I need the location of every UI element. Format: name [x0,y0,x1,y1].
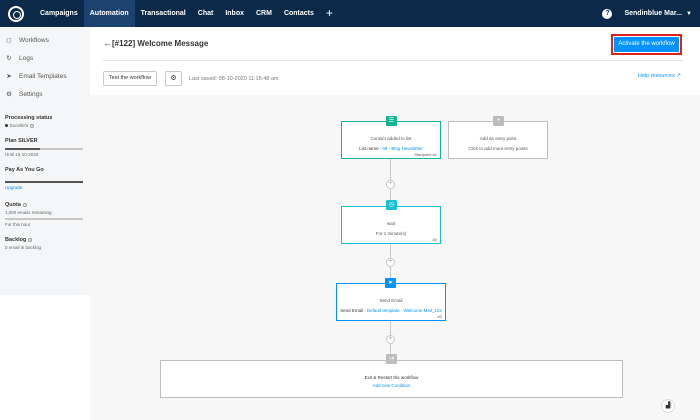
clock-icon: ◷ [386,200,397,210]
payg-progress-fill [5,181,83,183]
info-icon[interactable] [22,202,27,207]
processing-status: Processing status Excellent [0,115,90,128]
send-email-node[interactable]: Send Email Send Email : Default template… [336,283,446,321]
node-number: #3 [437,314,442,319]
add-icon[interactable]: + [320,0,339,27]
node-number: #2 [432,237,437,242]
page-title: [#122] Welcome Message [112,39,209,48]
sidebar-item-settings[interactable]: ⚙ Settings [0,87,90,101]
add-entry-point-node[interactable]: Add an entry point Click to add more ent… [448,121,548,159]
plan-until: Until 15-10-2020 [5,152,39,157]
send-email-template[interactable]: Default template - Welcome Mail_122 [367,308,442,313]
add-step-icon[interactable]: + [386,180,395,189]
workflow-icon: ◻ [6,37,12,44]
send-icon: ➤ [385,278,396,288]
processing-status-value: Excellent [10,123,29,128]
sidebar: ◻ Workflows ↻ Logs ➤ Email Templates ⚙ S… [0,27,90,295]
gear-icon: ⚙ [6,91,12,98]
nav-crm[interactable]: CRM [250,0,278,27]
wait-node[interactable]: wait For 1 minute(s) #2 [341,206,441,244]
payg-section: Pay As You Go Upgrade [0,167,90,190]
sidebar-item-workflows[interactable]: ◻ Workflows [0,33,90,47]
external-link-icon: ↗ [676,73,681,79]
quota-title: Quota [5,202,21,208]
entry-point-title: Contact added to list [370,136,412,141]
entry-point-node[interactable]: Contact added to list List name : 69 - B… [341,121,441,159]
quota-divider [5,218,83,220]
list-name-value[interactable]: 69 - Blog Newsletter [382,146,423,151]
send-email-title: Send Email [379,298,403,303]
sidebar-item-label: Workflows [19,36,49,44]
wait-duration: For 1 minute(s) [375,231,407,236]
workflow-settings-button[interactable]: ⚙ [165,71,182,86]
exit-node[interactable]: Exit & Restart the workflow Add new Cond… [160,360,623,398]
nav-automation[interactable]: Automation [83,0,135,27]
plan-section: Plan SILVER Until 15-10-2020 [0,138,90,157]
info-icon[interactable] [30,123,35,128]
send-icon: ➤ [6,73,12,80]
top-navigation: Campaigns Automation Transactional Chat … [0,0,700,27]
last-saved-text: Last saved: 08-10-2020 11:15:48 am [189,76,279,82]
plus-icon[interactable]: + [493,116,504,126]
plan-title: Plan SILVER [5,138,38,144]
quota-section: Quota 1,000 emails remaining For this ho… [0,202,90,227]
nav-contacts[interactable]: Contacts [278,0,320,27]
exit-title: Exit & Restart the workflow [364,375,419,380]
plan-progress [5,148,83,150]
contact-list-icon: ☰ [386,116,397,126]
add-entry-point-title: Add an entry point [479,136,517,141]
wait-title: wait [386,221,395,226]
payg-progress [5,181,83,183]
exit-icon: ⇥ [386,354,397,364]
sidebar-item-email-templates[interactable]: ➤ Email Templates [0,69,90,83]
upgrade-link[interactable]: Upgrade [5,185,85,190]
sidebar-item-label: Email Templates [19,72,67,80]
test-workflow-button[interactable]: Test the workflow [103,71,157,86]
back-arrow-icon[interactable]: ← [103,38,112,48]
help-resources-link[interactable]: Help resources ↗ [638,73,681,79]
status-dot-icon [5,124,8,128]
header-divider [103,60,683,61]
add-step-icon[interactable]: + [386,335,395,344]
logo-icon[interactable] [8,5,24,22]
sidebar-item-label: Settings [19,90,43,98]
sidebar-item-label: Logs [19,54,34,62]
add-entry-point-sub: Click to add more entry points [468,146,528,151]
info-icon[interactable] [28,237,33,242]
backlog-section: Backlog 0 email in backlog [0,237,90,250]
list-name-label: List name : [359,146,382,151]
nav-inbox[interactable]: Inbox [219,0,250,27]
quota-sub: For this hour [5,222,31,227]
chat-widget-icon[interactable]: ▟ [661,399,675,413]
backlog-title: Backlog [5,237,27,243]
nav-chat[interactable]: Chat [192,0,220,27]
quota-value: 1,000 emails remaining [5,210,52,215]
account-area: ? Sendinblue Mar... ▼ [602,0,692,27]
send-email-label: Send Email : [340,308,366,313]
history-icon: ↻ [6,55,12,62]
account-menu[interactable]: Sendinblue Mar... [624,10,682,17]
backlog-value: 0 email in backlog [5,245,42,250]
add-step-icon[interactable]: + [386,258,395,267]
help-icon[interactable]: ? [602,8,613,19]
activate-workflow-button[interactable]: Activate the workflow [614,37,679,52]
node-number: Startpoint #1 [414,152,437,157]
sidebar-item-logs[interactable]: ↻ Logs [0,51,90,65]
nav-campaigns[interactable]: Campaigns [34,0,84,27]
processing-status-title: Processing status [5,115,53,121]
payg-title: Pay As You Go [5,167,44,173]
plan-progress-fill [5,148,41,150]
chevron-down-icon[interactable]: ▼ [686,11,692,17]
add-condition-link[interactable]: Add new Condition [161,383,622,388]
nav-transactional[interactable]: Transactional [135,0,192,27]
